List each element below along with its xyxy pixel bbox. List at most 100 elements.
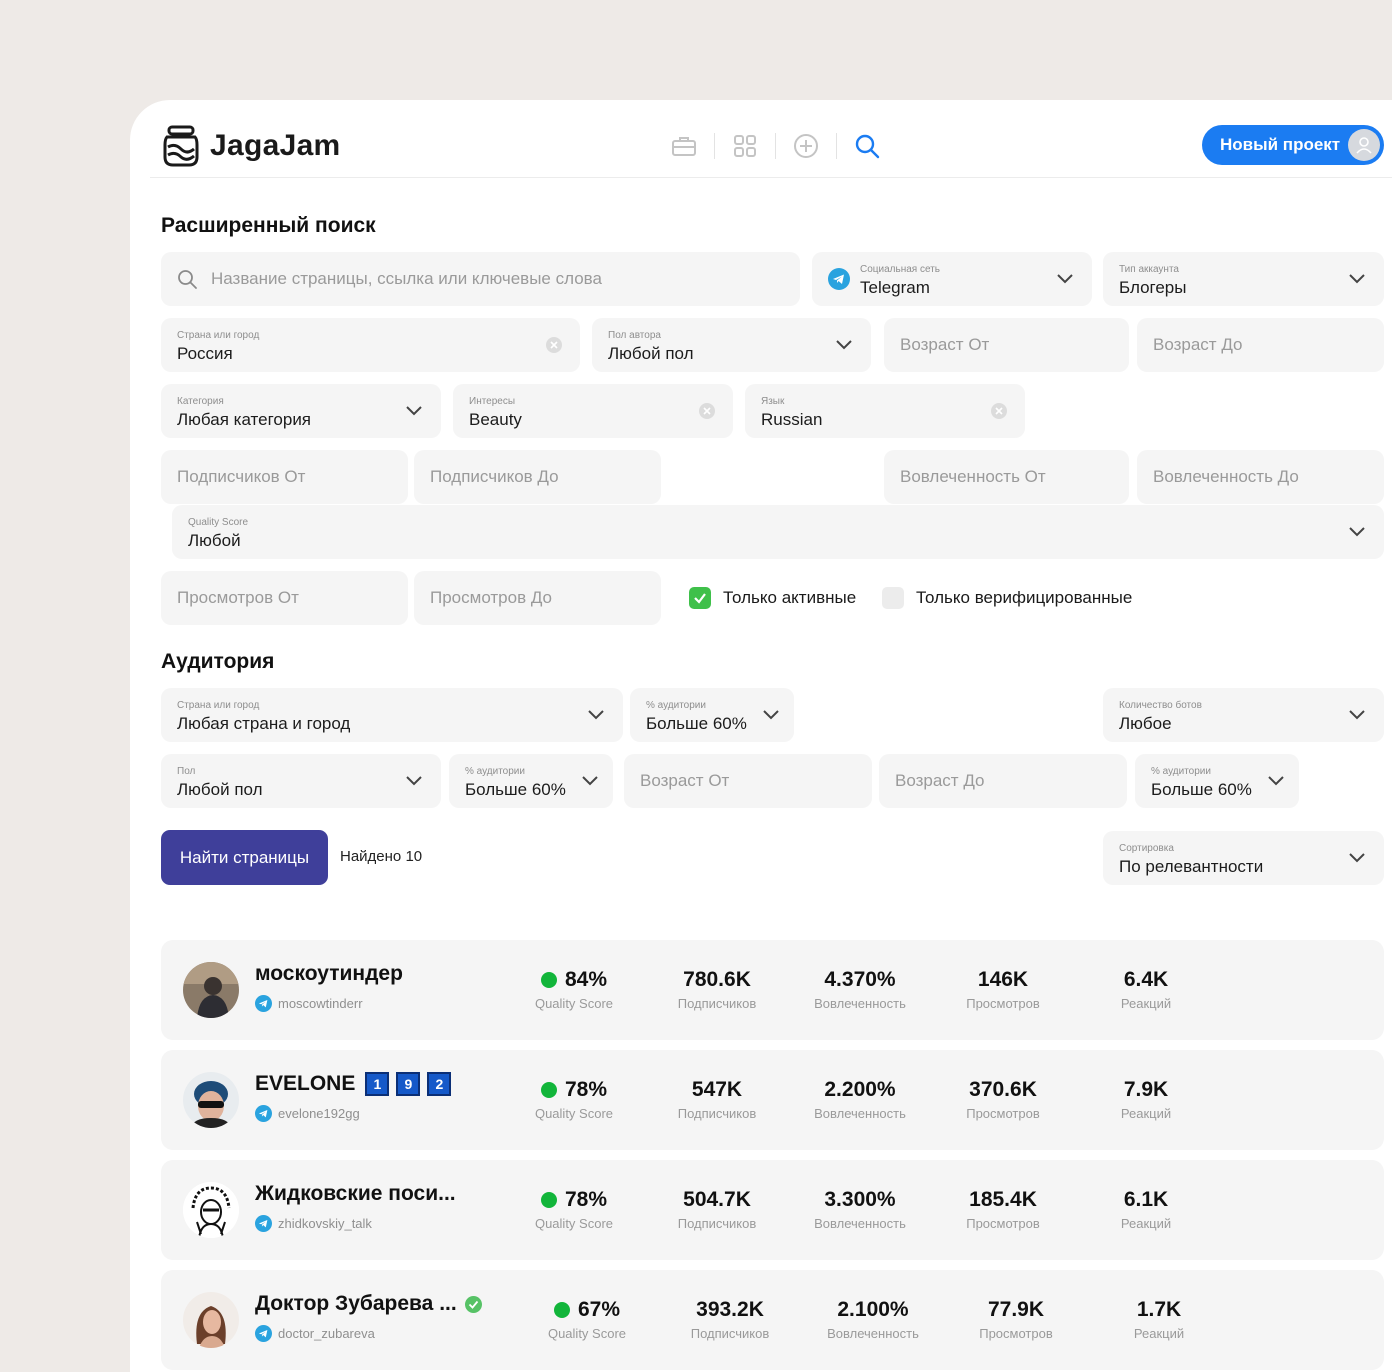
quality-score-select[interactable]: Quality Score Любой [172,505,1384,559]
chevron-down-icon [588,710,604,720]
avatar [183,1182,239,1238]
telegram-icon [255,1105,272,1122]
nav-projects[interactable] [668,130,700,162]
engagement-to-input[interactable]: Вовлеченность До [1137,450,1384,504]
new-project-button[interactable]: Новый проект [1202,125,1384,165]
logo[interactable]: JagaJam [162,124,341,168]
page-name[interactable]: EVELONE 1 9 2 [255,1072,452,1096]
telegram-icon [255,1215,272,1232]
handle-text: doctor_zubareva [278,1326,375,1341]
age-to-input[interactable]: Возраст До [1137,318,1384,372]
number-badge: 1 [365,1072,390,1096]
header-divider [150,177,1392,178]
nav-divider [836,133,837,159]
only-verified-checkbox[interactable]: Только верифицированные [882,587,1132,609]
stat-value: 393.2K [696,1298,764,1321]
social-network-select[interactable]: Социальная сеть Telegram [812,252,1092,306]
field-value: Любая категория [177,410,312,429]
nav-search[interactable] [851,130,883,162]
field-placeholder: Возраст До [1153,335,1243,354]
nav-add[interactable] [790,130,822,162]
user-avatar[interactable] [1348,129,1380,161]
stat-label: Quality Score [534,1216,614,1231]
author-gender-select[interactable]: Пол автора Любой пол [592,318,871,372]
field-label: Категория [177,396,224,407]
reactions-stat: 1.7K Реакций [1094,1298,1224,1341]
field-placeholder: Подписчиков От [177,467,306,486]
result-card[interactable]: Жидковские поси... zhidkovskiy_talk 78% Q… [161,1160,1384,1260]
language-field[interactable]: Язык Russian [745,384,1025,438]
search-icon [178,270,197,289]
sort-select[interactable]: Сортировка По релевантности [1103,831,1384,885]
views-stat: 185.4K Просмотров [938,1188,1068,1231]
nav-divider [775,133,776,159]
search-icon [855,134,880,159]
subs-from-input[interactable]: Подписчиков От [161,450,408,504]
views-from-input[interactable]: Просмотров От [161,571,408,625]
emoji-badges: 1 9 2 [363,1072,452,1096]
audience-age-to-input[interactable]: Возраст До [879,754,1127,808]
only-active-checkbox[interactable]: Только активные [689,587,856,609]
status-dot-icon [553,1302,570,1318]
chevron-down-icon [836,340,852,350]
field-value: Beauty [469,410,522,429]
stat-value: 6.1K [1123,1188,1169,1211]
page-handle[interactable]: doctor_zubareva [255,1325,375,1342]
stat-value: 185.4K [969,1188,1037,1211]
checkbox-unchecked[interactable] [882,587,904,609]
search-input[interactable]: Название страницы, ссылка или ключевые с… [161,252,800,306]
account-type-select[interactable]: Тип аккаунта Блогеры [1103,252,1384,306]
bots-count-select[interactable]: Количество ботов Любое [1103,688,1384,742]
quality-stat: 84% Quality Score [509,968,639,1011]
views-stat: 146K Просмотров [938,968,1068,1011]
audience-age-pct-select[interactable]: % аудитории Больше 60% [1135,754,1299,808]
stat-label: Просмотров [966,1106,1040,1121]
field-label: Сортировка [1119,843,1174,854]
engagement-from-input[interactable]: Вовлеченность От [884,450,1129,504]
views-to-input[interactable]: Просмотров До [414,571,661,625]
page-name[interactable]: Жидковские поси... [255,1182,456,1206]
handle-text: evelone192gg [278,1106,360,1121]
stat-value: 77.9K [987,1298,1045,1321]
stat-label: Просмотров [979,1326,1053,1341]
page-name[interactable]: москоутиндер [255,962,403,986]
audience-country-pct-select[interactable]: % аудитории Больше 60% [630,688,794,742]
chevron-down-icon [582,776,598,786]
field-value: Больше 60% [465,780,566,799]
field-label: Интересы [469,396,516,407]
category-select[interactable]: Категория Любая категория [161,384,441,438]
result-card[interactable]: EVELONE 1 9 2 evelone192gg 78% Quality Sc… [161,1050,1384,1150]
checkbox-checked[interactable] [689,587,711,609]
page-handle[interactable]: evelone192gg [255,1105,360,1122]
interests-field[interactable]: Интересы Beauty [453,384,733,438]
age-from-input[interactable]: Возраст От [884,318,1129,372]
clear-icon[interactable] [699,403,715,419]
handle-text: zhidkovskiy_talk [278,1216,372,1231]
audience-country-select[interactable]: Страна или город Любая страна и город [161,688,623,742]
page-handle[interactable]: zhidkovskiy_talk [255,1215,372,1232]
country-field[interactable]: Страна или город Россия [161,318,580,372]
found-count: Найдено 10 [340,848,423,865]
clear-icon[interactable] [991,403,1007,419]
nav-dashboard[interactable] [729,130,761,162]
stat-label: Реакций [1133,1326,1185,1341]
page-name-text: Доктор Зубарева ... [255,1292,457,1315]
audience-gender-select[interactable]: Пол Любой пол [161,754,441,808]
audience-age-from-input[interactable]: Возраст От [624,754,872,808]
field-placeholder: Подписчиков До [430,467,559,486]
page-name[interactable]: Доктор Зубарева ... [255,1292,482,1316]
audience-gender-pct-select[interactable]: % аудитории Больше 60% [449,754,613,808]
result-card[interactable]: Доктор Зубарева ... doctor_zubareva 67% Q… [161,1270,1384,1370]
chevron-down-icon [1057,274,1073,284]
page-handle[interactable]: moscowtinderr [255,995,363,1012]
field-value: Russian [761,410,823,429]
find-pages-button[interactable]: Найти страницы [161,830,328,885]
stat-label: Реакций [1120,1216,1172,1231]
subs-to-input[interactable]: Подписчиков До [414,450,661,504]
field-value: Любой [188,531,241,550]
clear-icon[interactable] [546,337,562,353]
field-value: Любой пол [608,344,694,363]
result-card[interactable]: москоутиндер moscowtinderr 84% Quality Sc… [161,940,1384,1040]
stat-label: Вовлеченность [827,1326,919,1341]
user-icon [1356,137,1372,154]
